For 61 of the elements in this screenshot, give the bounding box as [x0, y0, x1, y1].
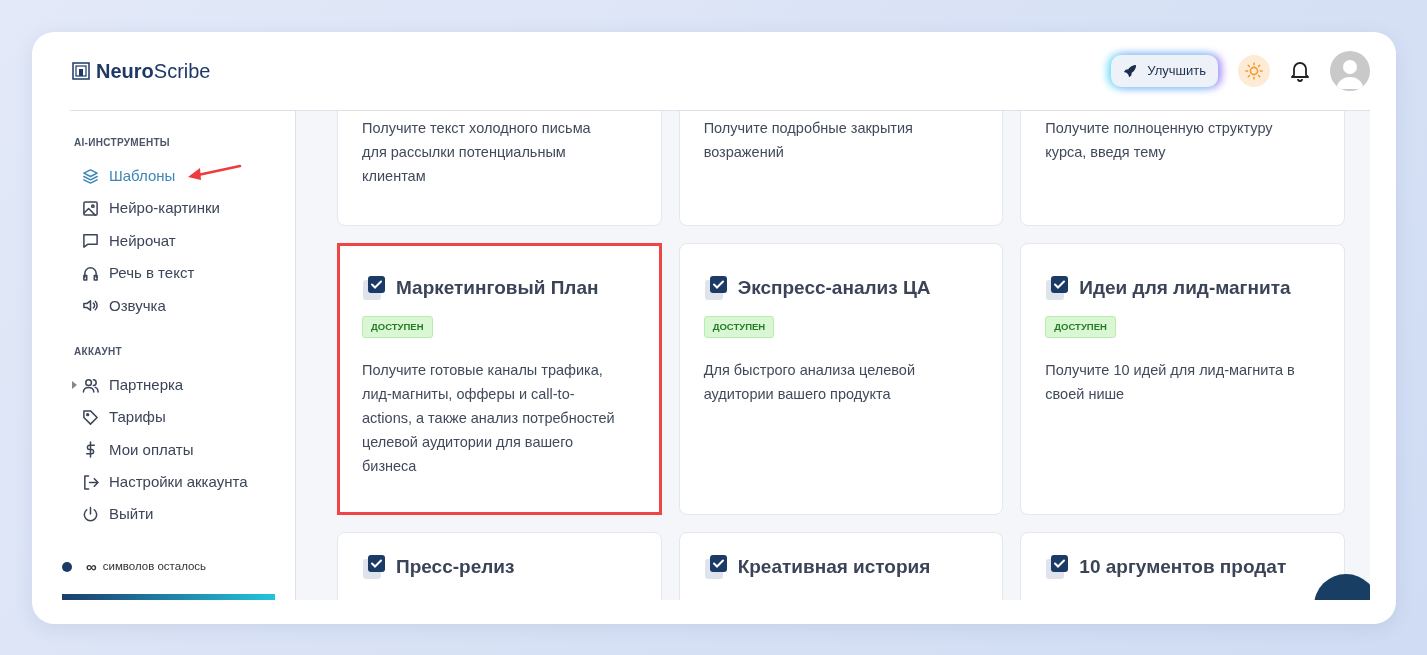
headphones-icon	[82, 264, 99, 282]
layers-icon	[82, 167, 99, 185]
upgrade-button[interactable]: Улучшить	[1111, 55, 1218, 87]
power-icon	[82, 506, 99, 524]
sidebar-item[interactable]: Шаблоны	[74, 160, 295, 193]
card-description: Получите готовые каналы трафика, лид-магниты, офферы и call-to-actions, а также анализ потребностей целевой аудитории для вашего бизнеса	[362, 360, 616, 476]
availability-badge: ДОСТУПЕН	[1045, 315, 1116, 338]
template-card[interactable]: Креативная история	[678, 532, 1004, 600]
availability-badge: ДОСТУПЕН	[362, 315, 433, 338]
notification-bell-icon[interactable]	[1290, 60, 1310, 82]
sidebar-item[interactable]: Настройки аккаунта	[74, 466, 295, 499]
template-card[interactable]: Экспресс-анализ ЦА ДОСТУПЕН Для быстрого анализа целевой аудитории вашего продукта	[678, 243, 1004, 515]
exit-icon	[82, 473, 99, 491]
expand-caret-icon	[72, 380, 77, 389]
card-description: Получите 10 идей для лид-магнита в своей нише	[1045, 360, 1296, 404]
image-icon	[82, 200, 99, 218]
card-title: 10 аргументов продат	[1079, 555, 1287, 579]
logo-text: NeuroScribe	[96, 59, 211, 84]
theme-toggle[interactable]	[1238, 55, 1270, 87]
users-icon	[82, 376, 99, 394]
template-card[interactable]: Получите текст холодного письма для рассылки потенциальным клиентам	[337, 111, 662, 226]
checklist-icon	[703, 275, 730, 302]
status-dot	[62, 561, 72, 572]
sun-icon	[1245, 62, 1263, 80]
logo[interactable]: NeuroScribe	[72, 56, 211, 86]
template-card[interactable]: Получите подробные закрытия возражений	[678, 111, 1004, 226]
rocket-icon	[1123, 64, 1138, 78]
annotation-arrow	[186, 163, 242, 181]
sidebar-item[interactable]: Выйти	[74, 498, 295, 531]
card-title: Креативная история	[737, 555, 931, 579]
card-title: Маркетинговый План	[396, 276, 599, 300]
card-description: Получите полноценную структуру курса, введя тему	[1045, 119, 1274, 162]
checklist-icon	[362, 275, 388, 302]
section-heading: AI-ИНСТРУМЕНТЫ	[74, 136, 171, 150]
tag-icon	[82, 409, 99, 427]
template-card[interactable]: Маркетинговый План ДОСТУПЕН Получите готовые каналы трафика, лид-магниты, офферы и call-to-actions, а также анализ потребностей целевой аудитории для вашего бизнеса	[337, 243, 662, 515]
template-card[interactable]: 10 аргументов продат	[1020, 532, 1345, 600]
availability-badge: ДОСТУПЕН	[703, 315, 775, 338]
card-title: Идеи для лид-магнита	[1079, 276, 1291, 300]
template-card[interactable]: Пресс-релиз	[337, 532, 662, 600]
card-title: Пресс-релиз	[396, 555, 515, 579]
checklist-icon	[362, 554, 388, 581]
sidebar-item[interactable]: Нейрочат	[74, 224, 295, 258]
credits-count: ∞	[86, 556, 97, 577]
sidebar-item[interactable]: Речь в текст	[74, 257, 295, 290]
card-description: Получите текст холодного письма для рассылки потенциальным клиентам	[362, 119, 592, 186]
card-description: Для быстрого анализа целевой аудитории вашего продукта	[703, 360, 917, 404]
chat-bubble-icon	[82, 232, 99, 250]
checklist-icon	[703, 554, 730, 581]
logo-icon	[72, 62, 90, 80]
sidebar-item[interactable]: Мои оплаты	[74, 433, 295, 467]
sidebar-item[interactable]: Озвучка	[74, 289, 295, 322]
template-card[interactable]: Получите полноценную структуру курса, введя тему	[1020, 111, 1345, 226]
card-description: Получите подробные закрытия возражений	[703, 119, 914, 162]
section-heading: АККАУНТ	[74, 344, 123, 359]
sidebar-item[interactable]: Тарифы	[74, 401, 295, 434]
card-title: Экспресс-анализ ЦА	[737, 276, 931, 300]
template-card[interactable]: Идеи для лид-магнита ДОСТУПЕН Получите 10 идей для лид-магнита в своей нише	[1020, 243, 1345, 515]
sidebar-item[interactable]: Нейро-картинки	[74, 192, 295, 225]
credits-label: символов осталось	[102, 559, 207, 575]
sidebar-item[interactable]: Партнерка	[74, 368, 295, 402]
